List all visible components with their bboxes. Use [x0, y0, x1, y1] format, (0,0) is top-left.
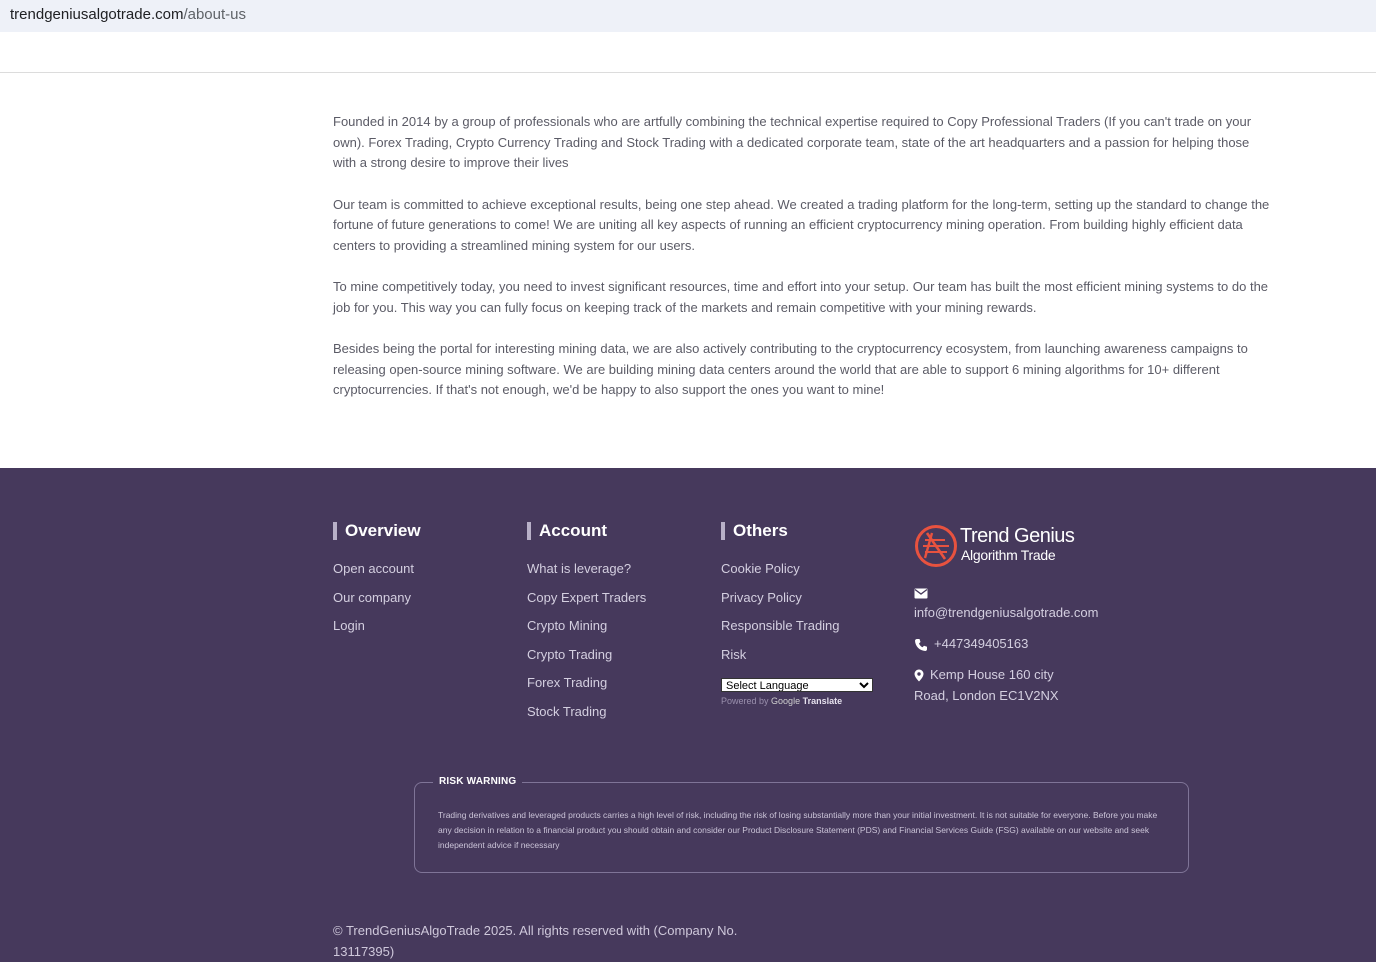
header-divider [0, 72, 1376, 73]
language-select[interactable]: Select Language [721, 678, 873, 693]
footer-link-privacy-policy[interactable]: Privacy Policy [721, 589, 873, 618]
about-paragraph-4: Besides being the portal for interesting… [333, 340, 1248, 398]
footer-link-what-is-leverage[interactable]: What is leverage? [527, 560, 646, 589]
footer-overview-column: Overview Open account Our company Login [333, 522, 421, 646]
footer-link-forex-trading[interactable]: Forex Trading [527, 674, 646, 703]
footer-link-copy-expert-traders[interactable]: Copy Expert Traders [527, 589, 646, 618]
risk-warning-box: RISK WARNING Trading derivatives and lev… [414, 776, 1189, 873]
footer-link-our-company[interactable]: Our company [333, 589, 421, 618]
footer-brand-logo[interactable]: Trend Genius Algorithm Trade [914, 522, 1114, 570]
footer-link-crypto-trading[interactable]: Crypto Trading [527, 646, 646, 675]
contact-phone-row[interactable]: +447349405163 [914, 636, 1028, 652]
about-paragraph-3: To mine competitively today, you need to… [333, 279, 1269, 315]
url-domain: trendgeniusalgotrade.com [10, 6, 184, 23]
powered-by-google-translate[interactable]: Powered by Google Translate [721, 696, 873, 706]
contact-address: Kemp House 160 city Road, London EC1V2NX [914, 667, 1059, 703]
site-footer: Overview Open account Our company Login … [0, 468, 1376, 962]
about-paragraph-1: Founded in 2014 by a group of profession… [333, 114, 1252, 171]
footer-link-risk[interactable]: Risk [721, 646, 873, 675]
footer-account-column: Account What is leverage? Copy Expert Tr… [527, 522, 646, 732]
footer-overview-heading: Overview [333, 522, 421, 540]
risk-warning-title: RISK WARNING [433, 776, 523, 787]
browser-url-bar[interactable]: trendgeniusalgotrade.com/about-us [0, 0, 1376, 32]
translate-label: Translate [802, 696, 843, 707]
contact-phone: +447349405163 [934, 636, 1029, 651]
footer-link-crypto-mining[interactable]: Crypto Mining [527, 617, 646, 646]
about-section: Founded in 2014 by a group of profession… [333, 112, 1273, 421]
map-pin-icon [914, 669, 924, 682]
footer-link-stock-trading[interactable]: Stock Trading [527, 703, 646, 732]
risk-warning-text: Trading derivatives and leveraged produc… [438, 810, 1158, 850]
copyright-text: © TrendGeniusAlgoTrade 2025. All rights … [333, 923, 738, 959]
url-path: /about-us [183, 6, 246, 23]
trend-genius-logo-icon [915, 525, 957, 567]
footer-link-cookie-policy[interactable]: Cookie Policy [721, 560, 873, 589]
brand-name-line2: Algorithm Trade [961, 547, 1056, 563]
footer-others-column: Others Cookie Policy Privacy Policy Resp… [721, 522, 873, 706]
brand-name-line1: Trend Genius [960, 525, 1075, 547]
envelope-icon [914, 588, 928, 599]
footer-account-heading: Account [527, 522, 646, 540]
phone-icon [915, 638, 927, 651]
language-selector-wrap: Select Language Powered by Google Transl… [721, 676, 873, 706]
contact-address-row: Kemp House 160 city Road, London EC1V2NX [914, 664, 1084, 706]
footer-others-heading: Others [721, 522, 873, 540]
contact-email[interactable]: info@trendgeniusalgotrade.com [914, 605, 1098, 620]
google-label: Google [771, 696, 801, 707]
footer-link-responsible-trading[interactable]: Responsible Trading [721, 617, 873, 646]
powered-by-label: Powered by [721, 696, 769, 707]
url-text[interactable]: trendgeniusalgotrade.com/about-us [10, 6, 246, 23]
about-paragraph-2: Our team is committed to achieve excepti… [333, 196, 1270, 253]
footer-link-open-account[interactable]: Open account [333, 560, 421, 589]
footer-link-login[interactable]: Login [333, 617, 421, 646]
